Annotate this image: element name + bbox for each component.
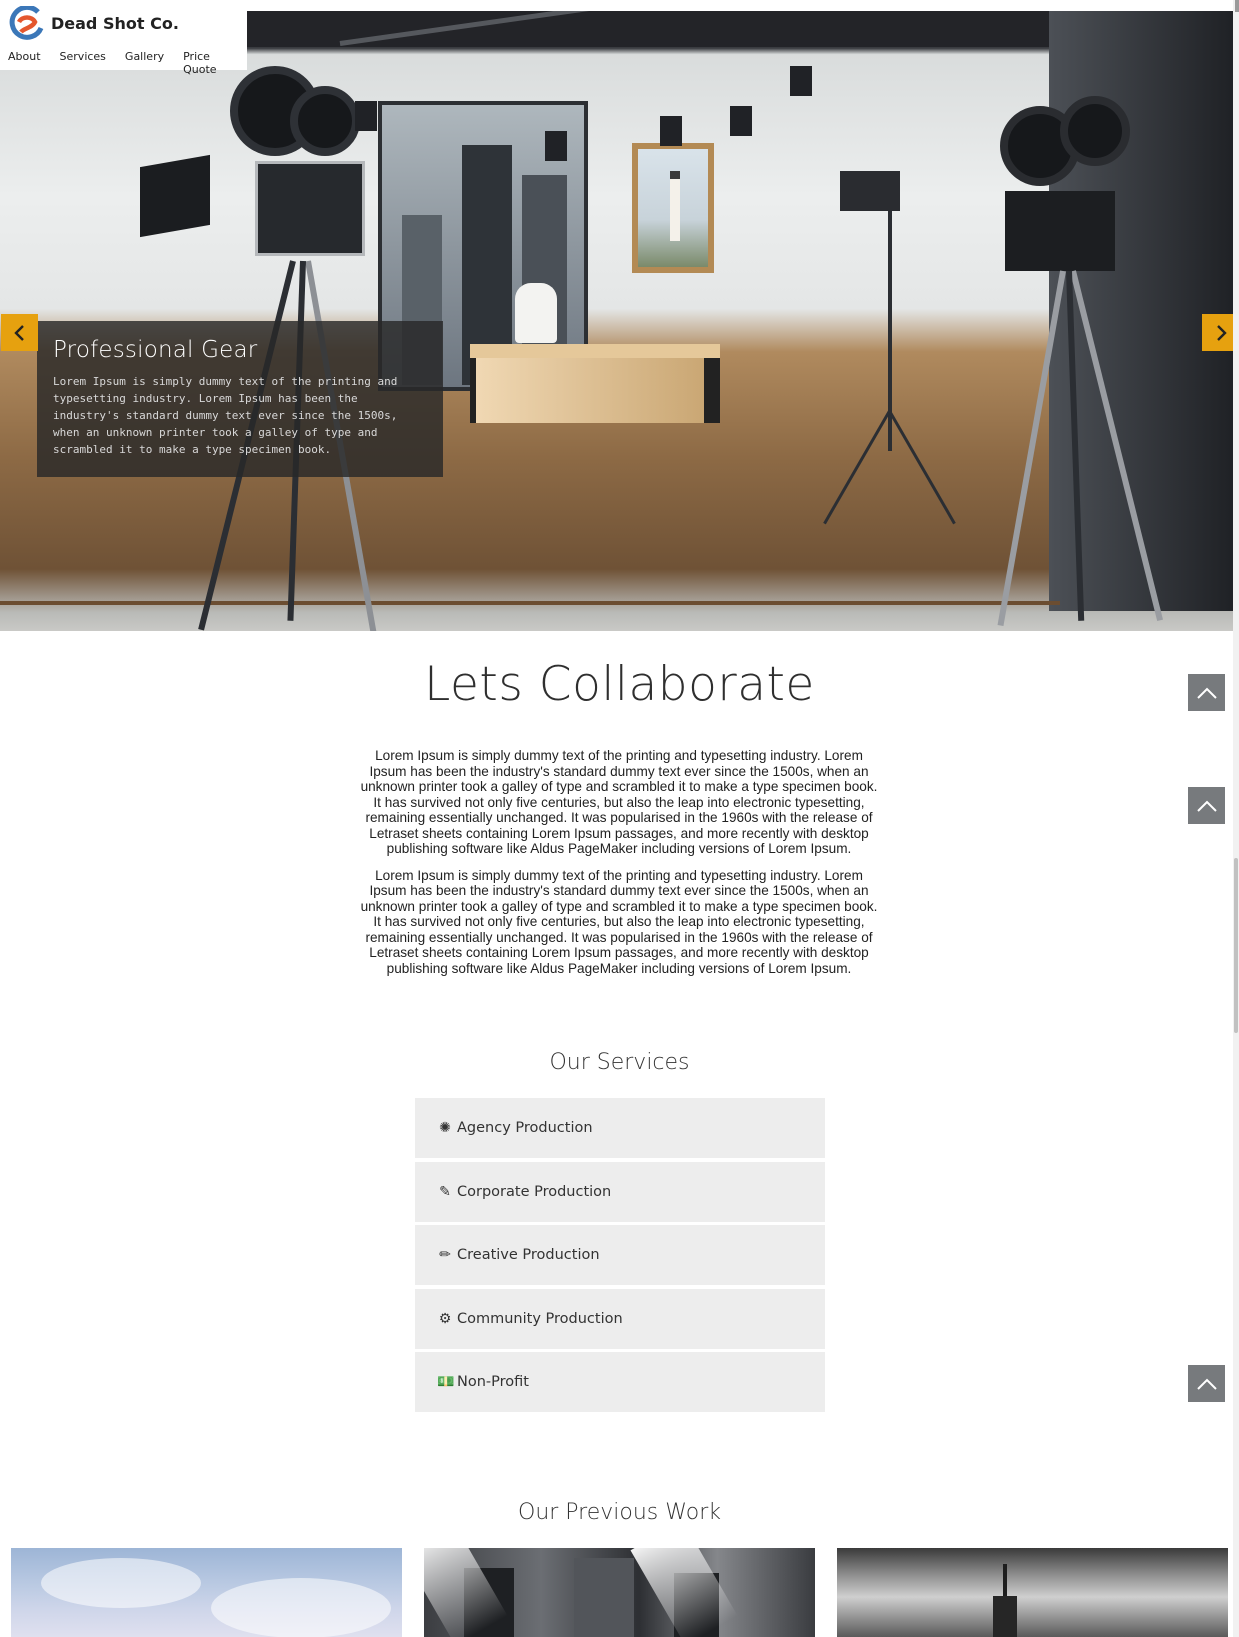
service-corporate-production[interactable]: ✎ Corporate Production [415,1161,825,1222]
back-to-top-button[interactable] [1188,674,1225,711]
hero-ceiling-lamp [730,106,752,136]
hero-reel-right-camera-2 [1060,96,1130,166]
hero-desk-top [470,344,720,358]
service-label: Agency Production [457,1120,593,1136]
service-label: Non-Profit [457,1374,529,1390]
scrollbar-cap [1235,0,1239,12]
chevron-right-icon [1216,324,1227,341]
collaborate-paragraph: Lorem Ipsum is simply dummy text of the … [360,867,878,976]
hero-caption-title: Professional Gear [53,337,258,363]
hero-camera-body-left [255,161,365,256]
service-agency-production[interactable]: ✺ Agency Production [415,1098,825,1158]
hero-ceiling-lamp [355,101,377,131]
hero-caption: Professional Gear Lorem Ipsum is simply … [37,321,443,477]
service-label: Corporate Production [457,1183,612,1200]
cogs-icon: ⚙ [438,1310,452,1327]
hero-ceiling-lamp [545,131,567,161]
service-non-profit[interactable]: 💵 Non-Profit [415,1352,825,1412]
gallery-image-skyline[interactable] [837,1548,1228,1637]
hero-ceiling-lamp [660,116,682,146]
service-creative-production[interactable]: ✏ Creative Production [415,1225,825,1285]
nav-about[interactable]: About [8,50,41,76]
collaborate-title: Lets Collaborate [424,657,815,712]
back-to-top-button[interactable] [1188,787,1225,824]
service-community-production[interactable]: ⚙ Community Production [415,1288,825,1349]
main-nav: About Services Gallery Price Quote [8,50,247,76]
gallery-image-sky[interactable] [11,1548,402,1637]
nav-gallery[interactable]: Gallery [125,50,164,76]
page-scrollbar[interactable] [1233,0,1239,1637]
services-title: Our Services [549,1050,690,1075]
brand[interactable]: Dead Shot Co. [8,6,179,40]
hero-lighthouse-picture [632,143,714,273]
collaborate-paragraph: Lorem Ipsum is simply dummy text of the … [360,748,878,856]
nav-price-quote[interactable]: Price Quote [183,50,228,76]
pencil-icon: ✏ [439,1247,451,1263]
hero-camera-body-right [1005,191,1115,271]
hero-spotlight [840,171,900,211]
services-list: ✺ Agency Production ✎ Corporate Producti… [415,1098,825,1416]
brand-name: Dead Shot Co. [51,13,179,33]
hero-light-stand-leg [888,410,956,525]
hero-desk [470,358,720,423]
scrollbar-thumb[interactable] [1234,858,1238,1033]
logo-icon [9,6,44,40]
nav-services[interactable]: Services [60,50,106,76]
hero-reel-right [290,86,360,156]
site-header: Dead Shot Co. About Services Gallery Pri… [0,0,247,76]
hero-floor-edge [0,601,1060,605]
hero-caption-text: Lorem Ipsum is simply dummy text of the … [53,375,398,456]
chevron-left-icon [13,324,24,341]
hero-light-stand-leg [823,410,891,525]
service-label: Community Production [457,1310,623,1327]
asterisk-icon: ✺ [439,1120,451,1136]
chevron-up-icon [1196,1378,1217,1390]
chevron-up-icon [1196,687,1217,699]
service-label: Creative Production [457,1247,600,1263]
slider-prev-button[interactable] [1,314,38,351]
chevron-up-icon [1196,800,1217,812]
gallery-image-city[interactable] [424,1548,815,1637]
collaborate-body: Lorem Ipsum is simply dummy text of the … [356,748,882,987]
hero-ceiling-lamp [790,66,812,96]
hero-chair [515,283,557,343]
back-to-top-button[interactable] [1188,1365,1225,1402]
brush-icon: ✎ [439,1183,451,1200]
hero-slider: Professional Gear Lorem Ipsum is simply … [0,11,1239,631]
money-icon: 💵 [437,1374,455,1390]
hero-softbox [140,154,210,238]
gallery-title: Our Previous Work [518,1500,721,1525]
